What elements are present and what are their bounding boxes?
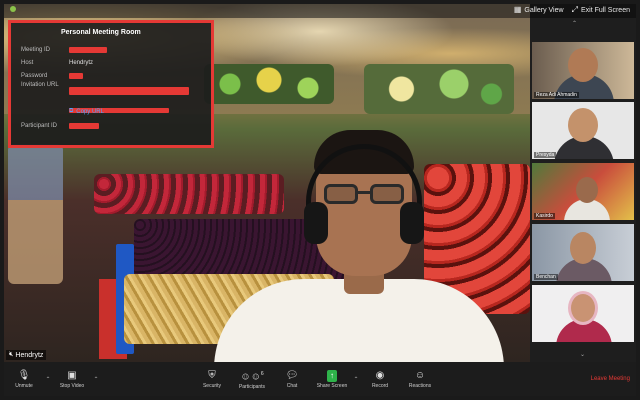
redacted-participant-id bbox=[69, 122, 99, 129]
redacted-password bbox=[69, 72, 83, 79]
speaker-name: Hendrytz bbox=[15, 351, 44, 359]
zoom-window: 🔇︎ Hendrytz ▦ Gallery View ⤢ Exit Full S… bbox=[4, 4, 636, 396]
gallery-view-button[interactable]: ▦ Gallery View bbox=[514, 6, 564, 14]
microphone-icon: 🎙︎ bbox=[17, 369, 31, 381]
security-button[interactable]: ⛨ Security bbox=[192, 364, 232, 394]
muted-mic-icon: 🔇︎ bbox=[9, 351, 14, 358]
unmute-button[interactable]: 🎙︎ Unmute bbox=[4, 364, 44, 394]
exit-fullscreen-button[interactable]: ⤢ Exit Full Screen bbox=[572, 6, 630, 14]
share-screen-icon: ↑ bbox=[327, 369, 337, 382]
participant-tile[interactable]: Benchan bbox=[532, 224, 634, 281]
encryption-icon[interactable] bbox=[10, 6, 16, 12]
audio-options-caret-icon[interactable]: ⌃ bbox=[44, 376, 52, 383]
record-icon: ◉ bbox=[375, 369, 385, 381]
gallery-scroll-down-icon[interactable]: ⌄ bbox=[580, 351, 585, 358]
participant-tile[interactable]: Presyda bbox=[532, 102, 634, 159]
exit-fullscreen-icon: ⤢ bbox=[571, 5, 578, 14]
info-title: Personal Meeting Room bbox=[61, 29, 141, 36]
participant-count: 6 bbox=[260, 370, 264, 377]
video-options-caret-icon[interactable]: ⌃ bbox=[92, 376, 100, 383]
grid-icon: ▦ bbox=[513, 5, 522, 14]
speaker-name-tag: 🔇︎ Hendrytz bbox=[6, 350, 47, 360]
participants-button[interactable]: ☺☺6 Participants bbox=[232, 364, 272, 394]
invitation-url-row: Invitation URL bbox=[21, 82, 203, 113]
top-bar: ▦ Gallery View ⤢ Exit Full Screen bbox=[4, 4, 636, 18]
share-options-caret-icon[interactable]: ⌃ bbox=[352, 376, 360, 383]
background-shopper bbox=[8, 144, 63, 284]
meeting-toolbar: 🎙︎ Unmute ⌃ ▣ Stop Video ⌃ ⛨ Security ☺☺… bbox=[4, 362, 636, 396]
smiley-icon: ☺ bbox=[414, 369, 426, 381]
chat-icon: 💬︎ bbox=[285, 369, 299, 381]
headset-earcup bbox=[304, 202, 328, 244]
redacted-meeting-id bbox=[69, 46, 107, 53]
meeting-info-panel: Personal Meeting Room Meeting ID Host He… bbox=[8, 20, 214, 148]
password-row: Password bbox=[21, 69, 203, 82]
participant-tile[interactable] bbox=[532, 285, 634, 342]
share-screen-button[interactable]: ↑ Share Screen bbox=[312, 364, 352, 394]
participant-gallery: ⌃ Reza Adi Ahmadin Presyda Kasirdo Bench… bbox=[530, 18, 636, 362]
redacted-invitation-url bbox=[69, 87, 189, 95]
gallery-scroll-up-icon[interactable]: ⌃ bbox=[572, 20, 577, 27]
people-icon: ☺☺6 bbox=[240, 370, 264, 383]
stop-video-button[interactable]: ▣ Stop Video bbox=[52, 364, 92, 394]
produce-display bbox=[204, 64, 334, 104]
shield-icon: ⛨ bbox=[208, 369, 216, 381]
speaker-person bbox=[204, 124, 504, 362]
meeting-id-row: Meeting ID bbox=[21, 43, 203, 56]
video-camera-icon: ▣ bbox=[67, 369, 77, 381]
participant-tile[interactable]: Kasirdo bbox=[532, 163, 634, 220]
leave-meeting-button[interactable]: Leave Meeting bbox=[591, 376, 630, 382]
host-value: Hendrytz bbox=[69, 59, 94, 66]
chat-button[interactable]: 💬︎ Chat bbox=[272, 364, 312, 394]
copy-icon: ⧉ bbox=[69, 108, 74, 114]
record-button[interactable]: ◉ Record bbox=[360, 364, 400, 394]
participant-tile[interactable]: Reza Adi Ahmadin bbox=[532, 42, 634, 99]
participant-id-row: Participant ID bbox=[21, 119, 203, 132]
host-row: Host Hendrytz bbox=[21, 59, 94, 66]
headset-earcup bbox=[400, 202, 424, 244]
glasses bbox=[324, 184, 404, 206]
produce-display bbox=[364, 64, 514, 114]
reactions-button[interactable]: ☺ Reactions bbox=[400, 364, 440, 394]
